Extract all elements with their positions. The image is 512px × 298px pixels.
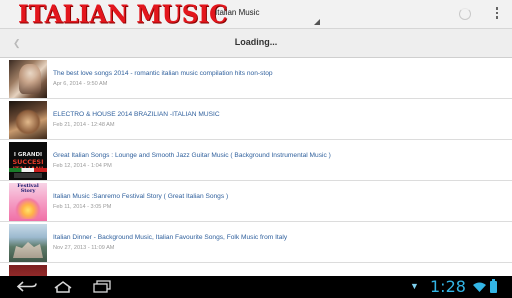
list-item-date: Feb 11, 2014 - 3:05 PM bbox=[53, 204, 112, 210]
video-thumbnail: I GRANDI SUCCESI ITALIANI bbox=[9, 142, 47, 180]
list-item[interactable]: I GRANDI SUCCESI ITALIANI Great Italian … bbox=[0, 140, 512, 181]
back-icon[interactable] bbox=[16, 280, 38, 293]
category-spinner[interactable]: Italian Music bbox=[210, 4, 320, 25]
wifi-icon bbox=[473, 282, 486, 292]
list-item-title: ELECTRO & HOUSE 2014 BRAZILIAN -ITALIAN … bbox=[53, 111, 220, 118]
loading-text: Loading... bbox=[234, 37, 278, 47]
home-icon[interactable] bbox=[53, 280, 73, 293]
list-item-title: Italian Dinner - Background Music, Itali… bbox=[53, 234, 288, 241]
list-item-date: Feb 12, 2014 - 1:04 PM bbox=[53, 163, 112, 169]
video-thumbnail bbox=[9, 265, 47, 276]
list-item[interactable]: Festival Story Italian Music :Sanremo Fe… bbox=[0, 181, 512, 222]
list-item-date: Nov 27, 2013 - 11:09 AM bbox=[53, 245, 115, 251]
status-clock: 1:28 bbox=[430, 277, 466, 296]
video-thumbnail bbox=[9, 101, 47, 139]
battery-icon bbox=[490, 279, 497, 293]
loading-header: ❮ Loading... bbox=[0, 29, 512, 58]
video-thumbnail bbox=[9, 60, 47, 98]
app-logo: ITALIAN MUSIC bbox=[18, 0, 228, 29]
action-bar: ITALIAN MUSIC Italian Music bbox=[0, 0, 512, 29]
download-notification-icon: ▼ bbox=[410, 281, 419, 291]
overflow-menu-icon[interactable] bbox=[494, 7, 500, 21]
refresh-progress-icon bbox=[459, 8, 471, 20]
dropdown-triangle-icon bbox=[314, 19, 320, 25]
list-item[interactable]: Italian Dinner - Background Music, Itali… bbox=[0, 222, 512, 263]
recent-apps-icon[interactable] bbox=[92, 280, 112, 293]
list-item[interactable] bbox=[0, 263, 512, 276]
video-list: The best love songs 2014 - romantic ital… bbox=[0, 58, 512, 276]
list-item-title: Italian Music :Sanremo Festival Story ( … bbox=[53, 193, 229, 200]
list-item-title: Great Italian Songs : Lounge and Smooth … bbox=[53, 152, 331, 159]
system-nav-bar: ▼ 1:28 bbox=[0, 276, 512, 298]
list-item-date: Feb 21, 2014 - 12:48 AM bbox=[53, 122, 115, 128]
status-icons bbox=[473, 279, 509, 293]
list-item[interactable]: The best love songs 2014 - romantic ital… bbox=[0, 58, 512, 99]
list-item[interactable]: ELECTRO & HOUSE 2014 BRAZILIAN -ITALIAN … bbox=[0, 99, 512, 140]
list-item-date: Apr 6, 2014 - 9:50 AM bbox=[53, 81, 108, 87]
list-item-title: The best love songs 2014 - romantic ital… bbox=[53, 70, 273, 77]
thumbnail-caption: Festival Story bbox=[17, 183, 39, 194]
video-thumbnail: Festival Story bbox=[9, 183, 47, 221]
category-spinner-value: Italian Music bbox=[215, 8, 260, 17]
video-thumbnail bbox=[9, 224, 47, 262]
